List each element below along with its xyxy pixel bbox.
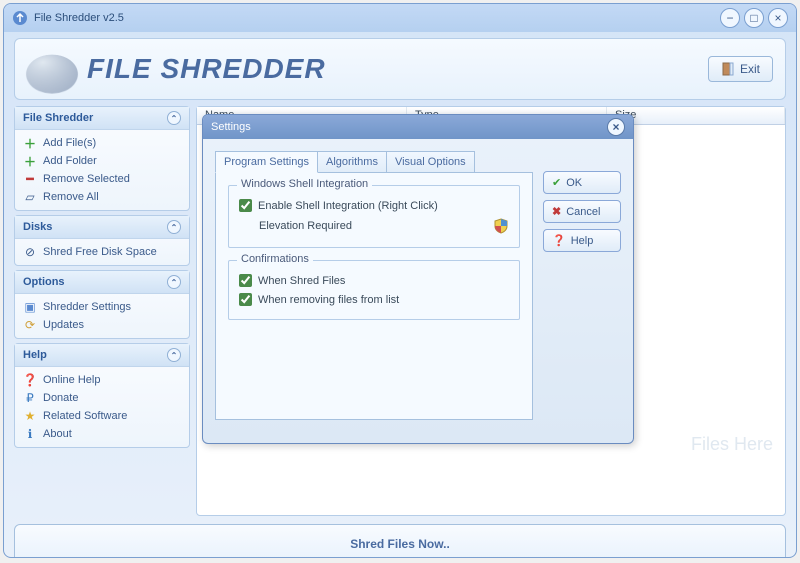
info-icon: ℹ [23,427,37,441]
dialog-title: Settings [211,121,607,133]
chevron-up-icon[interactable]: ⌃ [167,220,181,234]
enable-shell-checkbox[interactable] [239,199,252,212]
tab-program-settings[interactable]: Program Settings [215,151,318,173]
door-icon [721,62,735,76]
tab-algorithms[interactable]: Algorithms [317,151,387,173]
shell-integration-group: Windows Shell Integration Enable Shell I… [228,185,520,248]
eraser-icon: ▱ [23,190,37,204]
panel-file-shredder: File Shredder ⌃ ＋Add File(s) ＋Add Folder… [14,106,190,211]
x-icon: ✖ [552,205,561,218]
titlebar: File Shredder v2.5 − □ × [4,4,796,32]
remove-selected-item[interactable]: ━Remove Selected [21,170,183,188]
main-window: File Shredder v2.5 − □ × FILE SHREDDER E… [3,3,797,558]
help-button[interactable]: ❓Help [543,229,621,252]
cancel-button[interactable]: ✖Cancel [543,200,621,223]
panel-header[interactable]: Disks ⌃ [15,216,189,239]
gear-icon: ▣ [23,300,37,314]
minimize-button[interactable]: − [720,8,740,28]
related-software-item[interactable]: ★Related Software [21,407,183,425]
help-icon: ❓ [552,234,566,247]
close-button[interactable]: × [768,8,788,28]
logo-disk-icon [18,55,86,94]
app-icon [12,10,28,26]
update-icon: ⟳ [23,318,37,332]
confirm-remove-row[interactable]: When removing files from list [239,290,509,309]
chevron-up-icon[interactable]: ⌃ [167,111,181,125]
panel-header[interactable]: File Shredder ⌃ [15,107,189,130]
updates-item[interactable]: ⟳Updates [21,316,183,334]
enable-shell-row[interactable]: Enable Shell Integration (Right Click) [239,196,509,215]
shred-free-space-item[interactable]: ⊘Shred Free Disk Space [21,243,183,261]
header-bar: FILE SHREDDER Exit [14,38,786,100]
chevron-up-icon[interactable]: ⌃ [167,348,181,362]
uac-shield-icon [493,218,509,234]
sidebar: File Shredder ⌃ ＋Add File(s) ＋Add Folder… [14,106,190,516]
panel-disks: Disks ⌃ ⊘Shred Free Disk Space [14,215,190,266]
donate-item[interactable]: ₽Donate [21,389,183,407]
dialog-body: Program Settings Algorithms Visual Optio… [203,139,633,433]
tab-visual-options[interactable]: Visual Options [386,151,475,173]
panel-options: Options ⌃ ▣Shredder Settings ⟳Updates [14,270,190,339]
confirm-remove-checkbox[interactable] [239,293,252,306]
panel-header[interactable]: Options ⌃ [15,271,189,294]
window-title: File Shredder v2.5 [34,12,720,24]
about-item[interactable]: ℹAbout [21,425,183,443]
confirm-shred-row[interactable]: When Shred Files [239,271,509,290]
check-icon: ✔ [552,176,561,189]
panel-help: Help ⌃ ❓Online Help ₽Donate ★Related Sof… [14,343,190,448]
donate-icon: ₽ [23,391,37,405]
drop-hint: Files Here [691,434,773,455]
dialog-buttons: ✔OK ✖Cancel ❓Help [543,171,621,421]
ok-button[interactable]: ✔OK [543,171,621,194]
confirmations-group: Confirmations When Shred Files When remo… [228,260,520,320]
add-files-item[interactable]: ＋Add File(s) [21,134,183,152]
plus-icon: ＋ [23,154,37,168]
window-controls: − □ × [720,8,788,28]
remove-all-item[interactable]: ▱Remove All [21,188,183,206]
shredder-settings-item[interactable]: ▣Shredder Settings [21,298,183,316]
tab-content: Windows Shell Integration Enable Shell I… [215,172,533,420]
plus-icon: ＋ [23,136,37,150]
online-help-item[interactable]: ❓Online Help [21,371,183,389]
disk-icon: ⊘ [23,245,37,259]
tab-area: Program Settings Algorithms Visual Optio… [215,151,533,421]
panel-header[interactable]: Help ⌃ [15,344,189,367]
confirm-shred-checkbox[interactable] [239,274,252,287]
chevron-up-icon[interactable]: ⌃ [167,275,181,289]
elevation-row: Elevation Required [259,215,509,237]
shred-files-button[interactable]: Shred Files Now.. [14,524,786,558]
maximize-button[interactable]: □ [744,8,764,28]
add-folder-item[interactable]: ＋Add Folder [21,152,183,170]
exit-button[interactable]: Exit [708,56,773,82]
tabs: Program Settings Algorithms Visual Optio… [215,151,533,173]
logo-text: FILE SHREDDER [87,53,326,85]
settings-dialog: Settings × Program Settings Algorithms V… [202,114,634,444]
dialog-titlebar[interactable]: Settings × [203,115,633,139]
star-icon: ★ [23,409,37,423]
help-icon: ❓ [23,373,37,387]
minus-icon: ━ [23,172,37,186]
dialog-close-button[interactable]: × [607,118,625,136]
